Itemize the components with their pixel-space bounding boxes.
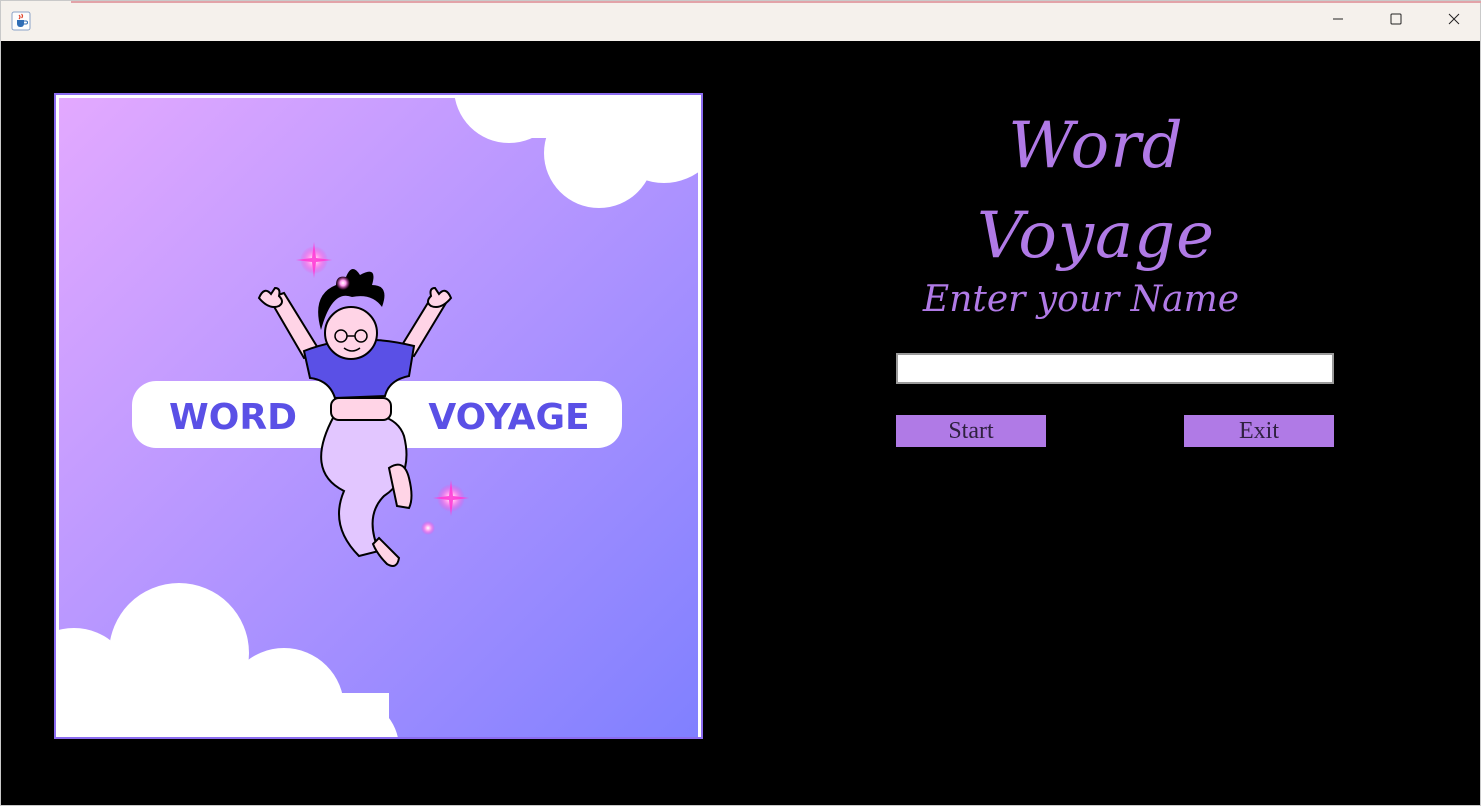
title-bar[interactable] [1, 1, 1481, 41]
java-cup-icon [11, 11, 31, 31]
app-title: Word Voyage [976, 109, 1216, 273]
cover-illustration: WORD VOYAGE [59, 98, 698, 737]
minimize-icon [1332, 12, 1344, 30]
close-button[interactable] [1425, 1, 1481, 41]
exit-button[interactable]: Exit [1184, 415, 1334, 447]
pill-word-left: WORD [169, 397, 297, 438]
start-button[interactable]: Start [896, 415, 1046, 447]
app-window: WORD VOYAGE Word Voyage Enter your Name … [0, 0, 1481, 806]
close-icon [1448, 12, 1460, 30]
maximize-icon [1390, 12, 1402, 30]
pill-word-right: VOYAGE [428, 397, 589, 438]
titlebar-accent [71, 1, 1481, 3]
minimize-button[interactable] [1309, 1, 1367, 41]
name-prompt-label: Enter your Name [922, 279, 1240, 320]
main-panel: WORD VOYAGE Word Voyage Enter your Name … [1, 41, 1480, 805]
cover-art-frame: WORD VOYAGE [54, 93, 703, 739]
name-input[interactable] [896, 353, 1334, 384]
maximize-button[interactable] [1367, 1, 1425, 41]
